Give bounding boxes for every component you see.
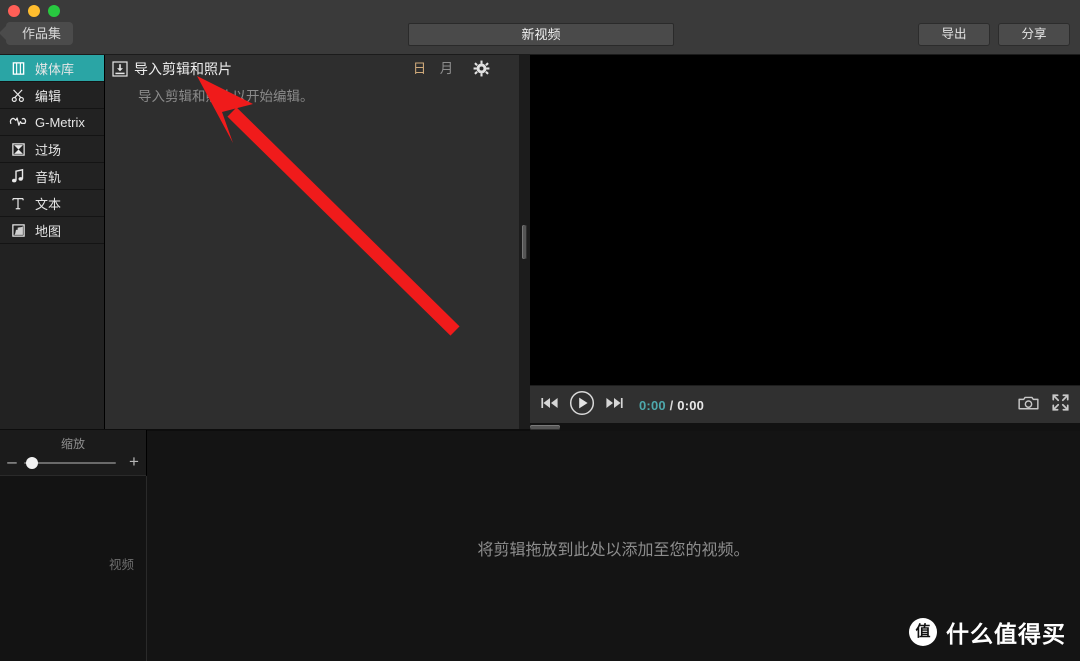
player-transport-controls: 0:00 / 0:00: [540, 386, 704, 424]
sidebar-item-transitions[interactable]: 过场: [0, 136, 104, 163]
watermark-text: 什么值得买: [946, 621, 1066, 647]
view-toggle-day[interactable]: 日: [411, 60, 428, 78]
zoom-in-button[interactable]: +: [126, 453, 142, 472]
view-toggle-month[interactable]: 月: [438, 60, 455, 78]
zoom-slider-knob[interactable]: [26, 457, 38, 469]
sidebar-item-map[interactable]: 地图: [0, 217, 104, 244]
export-label: 导出: [941, 27, 967, 41]
title-bar: 作品集 新视频 导出 分享: [0, 0, 1080, 55]
sidebar-item-audio[interactable]: 音轨: [0, 163, 104, 190]
expand-icon[interactable]: [1051, 393, 1070, 417]
sidebar-item-label: G-Metrix: [35, 114, 85, 130]
camera-icon[interactable]: [1018, 395, 1039, 416]
player-right-controls: [1018, 386, 1070, 424]
media-panel-header: 导入剪辑和照片 日 月: [105, 55, 524, 84]
panel-splitter-vertical[interactable]: [519, 55, 530, 429]
current-time: 0:00: [639, 397, 666, 413]
splitter-grip-vertical[interactable]: [522, 225, 527, 259]
share-button[interactable]: 分享: [998, 23, 1070, 46]
zoom-label: 缩放: [60, 437, 85, 451]
back-button-label: 作品集: [22, 26, 62, 41]
sidebar-item-label: 地图: [35, 223, 62, 239]
time-separator: /: [669, 397, 674, 413]
watermark-badge: 值: [909, 618, 937, 646]
maximize-window-button[interactable]: [48, 5, 60, 17]
sidebar-item-label: 媒体库: [35, 61, 75, 77]
transition-icon: [7, 140, 29, 158]
timeline-track-header: 视频: [0, 476, 147, 661]
pulse-icon: [7, 113, 29, 131]
sidebar-item-label: 过场: [35, 142, 62, 158]
share-label: 分享: [1021, 27, 1047, 41]
timeline-zoom-panel: 缩放 – +: [0, 430, 147, 476]
media-library-panel: 导入剪辑和照片 日 月 导入剪辑和照片以开始编辑。: [105, 55, 524, 429]
player-timecode: 0:00 / 0:00: [639, 398, 704, 413]
back-to-projects-button[interactable]: 作品集: [0, 22, 74, 45]
zoom-slider-row: – +: [0, 453, 146, 472]
panel-splitter-horizontal[interactable]: [530, 423, 1080, 431]
project-title-input[interactable]: 新视频: [408, 23, 674, 46]
total-time: 0:00: [677, 397, 705, 413]
zoom-out-button[interactable]: –: [4, 453, 20, 472]
sidebar-item-g-metrix[interactable]: G-Metrix: [0, 109, 104, 136]
media-empty-hint: 导入剪辑和照片以开始编辑。: [138, 89, 314, 104]
video-preview-area[interactable]: [530, 55, 1080, 385]
sidebar: 媒体库 编辑 G-Metrix 过场 音轨 文本 地图: [0, 55, 105, 429]
export-button[interactable]: 导出: [918, 23, 990, 46]
sidebar-item-text[interactable]: 文本: [0, 190, 104, 217]
splitter-grip-horizontal[interactable]: [530, 425, 560, 430]
watermark: 值 什么值得买: [909, 615, 1066, 649]
window-traffic-lights: [8, 5, 60, 17]
sidebar-item-media-library[interactable]: 媒体库: [0, 55, 104, 82]
sidebar-item-label: 编辑: [35, 88, 62, 104]
skip-forward-icon[interactable]: [604, 395, 624, 416]
timeline-drop-hint: 将剪辑拖放到此处以添加至您的视频。: [477, 542, 750, 559]
close-window-button[interactable]: [8, 5, 20, 17]
video-track-label: 视频: [108, 558, 134, 572]
titlebar-actions: 导出 分享: [918, 23, 1070, 46]
map-icon: [7, 221, 29, 239]
player-controls-bar: 0:00 / 0:00: [530, 385, 1080, 424]
film-strip-icon: [7, 59, 29, 77]
play-icon[interactable]: [569, 390, 595, 421]
import-clips-button-label[interactable]: 导入剪辑和照片: [134, 59, 232, 79]
scissors-icon: [7, 86, 29, 104]
skip-back-icon[interactable]: [540, 395, 560, 416]
sidebar-item-label: 音轨: [35, 169, 62, 185]
minimize-window-button[interactable]: [28, 5, 40, 17]
music-note-icon: [7, 167, 29, 185]
text-t-icon: [7, 194, 29, 212]
gear-icon[interactable]: [473, 60, 491, 78]
project-title-value: 新视频: [521, 27, 561, 42]
sidebar-item-label: 文本: [35, 196, 62, 212]
app-window: 作品集 新视频 导出 分享 媒体库 编辑 G-Metrix 过场 音轨 文本 地…: [0, 0, 1080, 661]
import-tray-icon[interactable]: [112, 61, 128, 77]
sidebar-item-edit[interactable]: 编辑: [0, 82, 104, 109]
